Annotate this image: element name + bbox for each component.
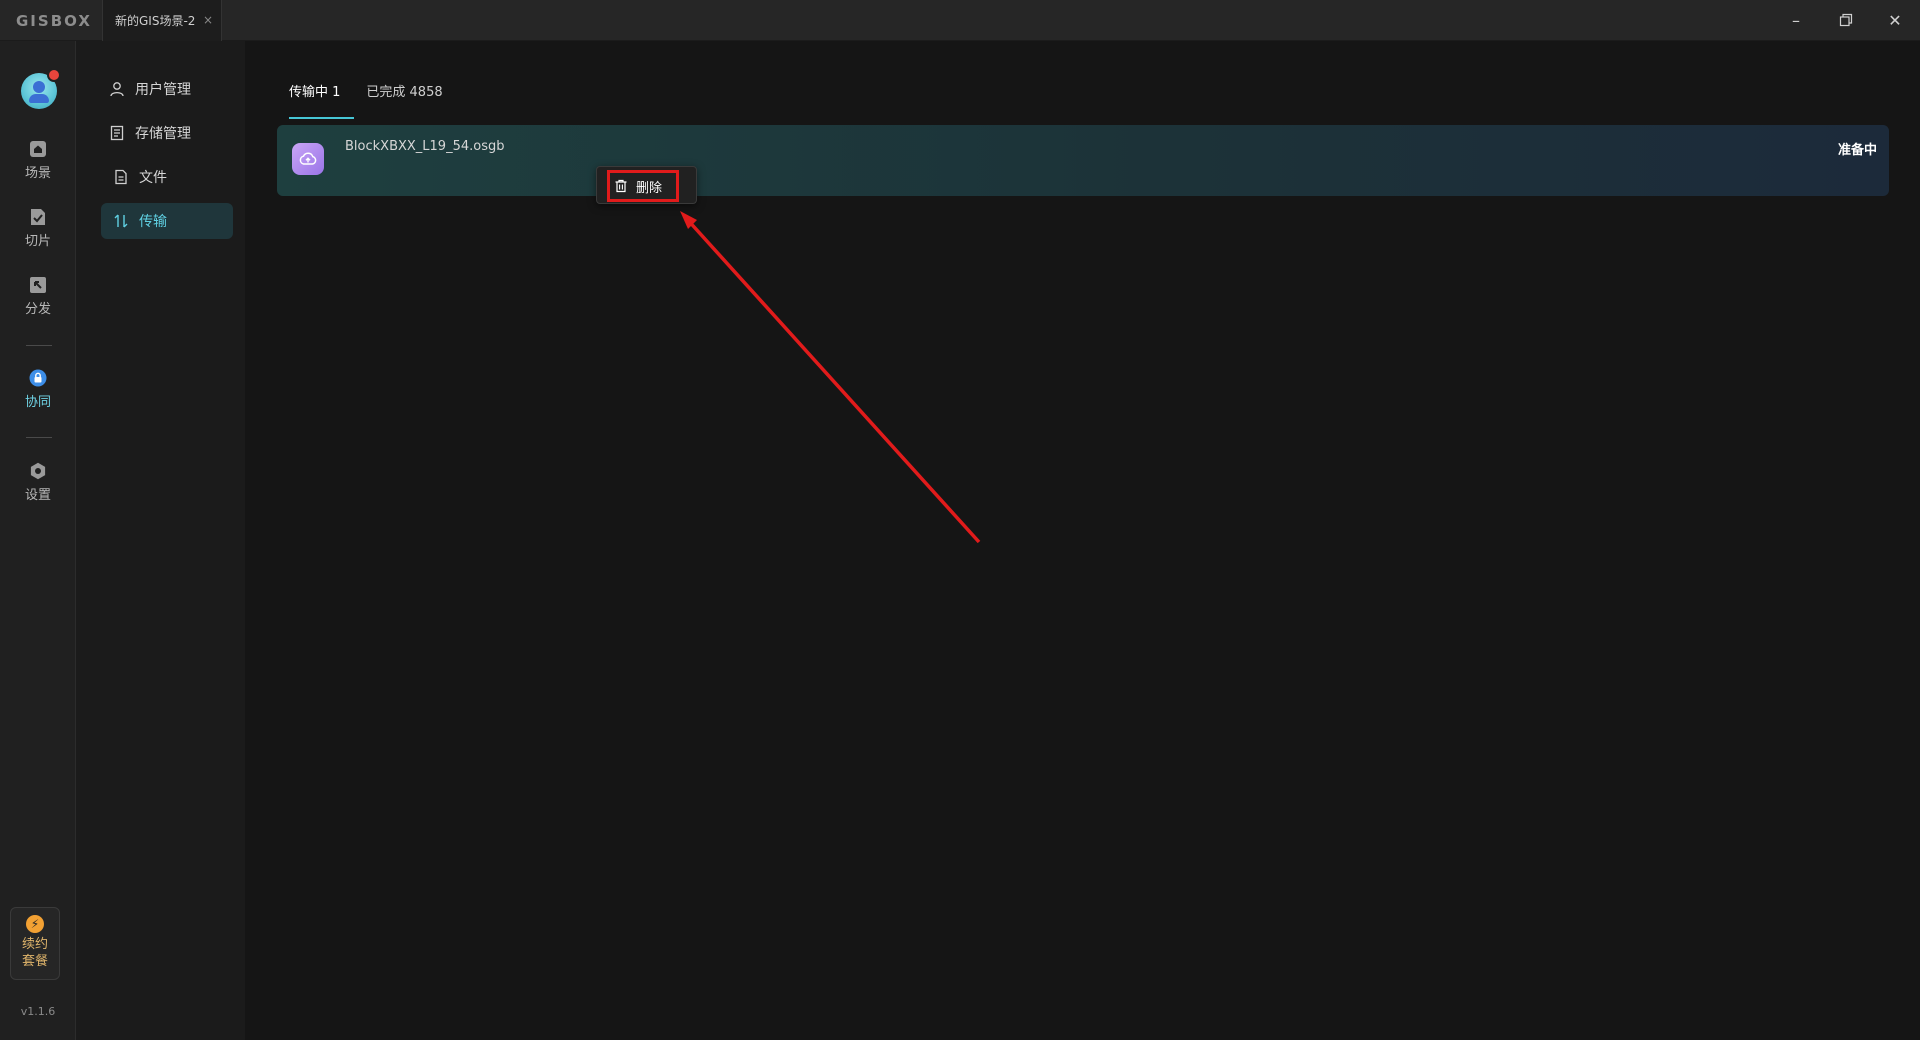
transfer-tabs: 传输中 1 已完成 4858	[289, 81, 469, 119]
menu-item-transfer[interactable]: 传输	[101, 203, 233, 239]
menu-item-label: 文件	[139, 170, 167, 186]
rail-item-label: 设置	[24, 488, 51, 503]
transfer-file-name: BlockXBXX_L19_54.osgb	[345, 139, 505, 154]
gear-icon	[30, 462, 46, 480]
document-tab-label: 新的GIS场景-2	[115, 14, 196, 28]
version-label: v1.1.6	[20, 1005, 56, 1018]
rail-divider	[26, 437, 52, 438]
close-icon: ✕	[1888, 10, 1902, 30]
rail-divider	[26, 345, 52, 346]
user-icon	[110, 82, 124, 97]
menu-item-user-management[interactable]: 用户管理	[101, 71, 233, 107]
tab-close-icon[interactable]: ×	[203, 13, 213, 27]
lock-icon	[29, 369, 47, 387]
title-bar: GISBOX 新的GIS场景-2 × – ✕	[0, 0, 1920, 41]
minimize-button[interactable]: –	[1782, 8, 1810, 32]
notification-badge	[47, 68, 61, 82]
tab-completed[interactable]: 已完成 4858	[366, 81, 454, 111]
rail-item-scene[interactable]: 场景	[0, 140, 76, 181]
close-window-button[interactable]: ✕	[1881, 8, 1909, 32]
secondary-menu: 用户管理 存储管理 文件 传输	[76, 41, 245, 1040]
trash-icon	[615, 179, 627, 193]
avatar-body	[29, 94, 49, 103]
tab-in-progress[interactable]: 传输中 1	[289, 81, 355, 119]
document-tab[interactable]: 新的GIS场景-2 ×	[102, 0, 222, 41]
rail-item-label: 场景	[24, 166, 51, 181]
left-rail: 场景 切片 分发 协同 设置 ⚡ 续约 套餐 v1.1.6	[0, 41, 76, 1040]
renew-label-1: 续约	[21, 937, 48, 952]
app-logo: GISBOX	[16, 12, 92, 30]
rail-item-collab[interactable]: 协同	[0, 369, 76, 410]
rail-item-label: 分发	[24, 302, 51, 317]
home-icon	[30, 141, 46, 157]
distribute-icon	[30, 277, 46, 293]
menu-item-storage-management[interactable]: 存储管理	[101, 115, 233, 151]
rail-item-label: 切片	[24, 234, 51, 249]
menu-item-label: 存储管理	[135, 126, 191, 142]
menu-item-files[interactable]: 文件	[101, 159, 233, 195]
restore-button[interactable]	[1832, 8, 1860, 32]
transfer-status: 准备中	[1837, 143, 1877, 158]
delete-menu-item[interactable]: 删除	[607, 170, 679, 202]
menu-item-label: 用户管理	[135, 82, 191, 98]
transfer-icon	[114, 214, 128, 228]
minimize-icon: –	[1792, 10, 1800, 30]
clip-icon	[31, 209, 45, 225]
rail-item-settings[interactable]: 设置	[0, 462, 76, 503]
context-menu: 删除	[596, 166, 697, 204]
avatar-head	[33, 81, 45, 93]
rail-item-label: 协同	[24, 395, 51, 410]
delete-label: 删除	[636, 180, 663, 196]
renew-plan-button[interactable]: ⚡ 续约 套餐	[10, 907, 60, 980]
rail-item-distribute[interactable]: 分发	[0, 276, 76, 317]
main-content: 传输中 1 已完成 4858 BlockXBXX_L19_54.osgb 准备中	[245, 41, 1920, 1040]
bolt-icon: ⚡	[26, 915, 44, 933]
rail-item-clip[interactable]: 切片	[0, 208, 76, 249]
restore-icon	[1839, 13, 1853, 27]
transfer-row[interactable]: BlockXBXX_L19_54.osgb 准备中	[277, 125, 1889, 196]
menu-item-label: 传输	[139, 214, 167, 230]
cloud-upload-icon	[292, 143, 324, 175]
storage-icon	[110, 125, 124, 141]
file-icon	[115, 169, 127, 185]
renew-label-2: 套餐	[21, 954, 48, 969]
